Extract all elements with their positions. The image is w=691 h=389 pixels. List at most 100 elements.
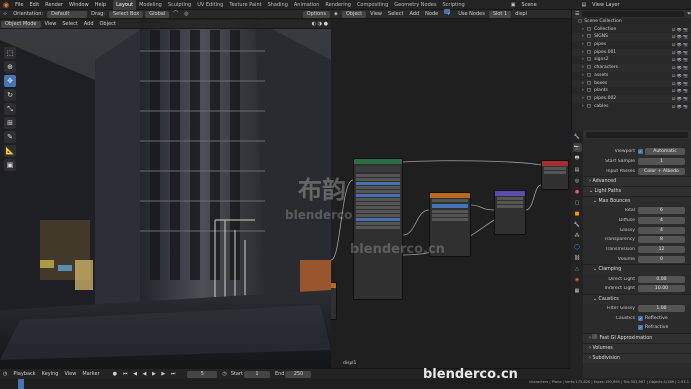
scene-selector[interactable]: Scene [518, 0, 578, 10]
viewport-menu-object[interactable]: Object [97, 20, 119, 29]
visibility-toggles-icon[interactable]: ☑ 👁 📷 [672, 95, 688, 103]
tab-uv-editing[interactable]: UV Editing [194, 0, 226, 10]
bounce-field[interactable]: 6 [638, 207, 685, 215]
visibility-toggles-icon[interactable]: ☑ 👁 📷 [672, 72, 688, 80]
visibility-toggles-icon[interactable]: ☑ 👁 📷 [672, 41, 688, 49]
material-selector[interactable]: displ [512, 10, 530, 19]
tab-layout[interactable]: Layout [113, 0, 137, 10]
bounce-field[interactable]: 12 [638, 246, 685, 254]
playhead[interactable] [18, 379, 24, 389]
menu-file[interactable]: File [12, 0, 26, 10]
filter-glossy-field[interactable]: 1.00 [638, 304, 685, 312]
outliner-scene-collection[interactable]: ▢ Scene Collection [572, 18, 691, 26]
chevron-right-icon[interactable]: › [582, 26, 584, 34]
constraints-tab-icon[interactable]: ⛓ [573, 253, 582, 262]
visibility-toggles-icon[interactable]: ☑ 👁 📷 [672, 49, 688, 57]
start-sample-field[interactable]: 1 [638, 158, 685, 166]
playback-controls[interactable]: ⏮ ◀ ◀ ▶ ▶ ⏭ [123, 371, 177, 377]
blender-logo-icon[interactable]: ◉ [0, 0, 12, 10]
cursor-tool-icon[interactable]: ⊕ [4, 61, 16, 73]
transform-orientation-dropdown[interactable]: Global [145, 10, 170, 18]
render-tab-icon[interactable]: 📷 [572, 143, 582, 152]
advanced-section[interactable]: › Advanced [583, 176, 691, 187]
tab-texture-paint[interactable]: Texture Paint [226, 0, 264, 10]
physics-tab-icon[interactable]: ◯ [573, 242, 582, 251]
collection-tab-icon[interactable]: ▢ [573, 198, 582, 207]
bounce-field[interactable]: 0 [638, 255, 685, 263]
visibility-toggles-icon[interactable]: ☑ 👁 📷 [672, 26, 688, 34]
visibility-toggles-icon[interactable]: ☑ 👁 📷 [672, 64, 688, 72]
properties-search-field[interactable] [586, 131, 688, 138]
tool-tab-icon[interactable]: 🔧 [573, 132, 582, 141]
menu-edit[interactable]: Edit [26, 0, 42, 10]
node-menu-add[interactable]: Add [406, 10, 422, 19]
output-tab-icon[interactable]: 🖶 [573, 154, 582, 163]
drag-dropdown[interactable]: Select Box [108, 10, 144, 18]
viewport-denoiser-dropdown[interactable]: Automatic [645, 148, 685, 156]
outliner-item[interactable]: › ▢ cables ☑ 👁 📷 [572, 103, 691, 111]
max-bounces-section[interactable]: ⌄ Max Bounces [583, 196, 691, 207]
tab-shading[interactable]: Shading [265, 0, 291, 10]
node-menu-node[interactable]: Node [422, 10, 441, 19]
data-tab-icon[interactable]: △ [573, 264, 582, 273]
bounce-field[interactable]: 4 [638, 226, 685, 234]
material-output-node[interactable] [541, 160, 569, 190]
clamp-field[interactable]: 0.00 [638, 275, 685, 283]
bounce-field[interactable]: 4 [638, 217, 685, 225]
transform-pivot-icon[interactable]: ⊹ [0, 10, 10, 19]
timeline-menu-playback[interactable]: Playback [10, 371, 38, 377]
view-layer-tab-icon[interactable]: ▤ [573, 165, 582, 174]
visibility-toggles-icon[interactable]: ☑ 👁 📷 [672, 33, 688, 41]
tab-compositing[interactable]: Compositing [354, 0, 391, 10]
chevron-right-icon[interactable]: › [582, 33, 584, 41]
mode-dropdown[interactable]: Object Mode [1, 20, 41, 28]
snap-icon[interactable]: ⌒ [170, 10, 181, 19]
partial-node-left[interactable] [331, 282, 337, 320]
select-tool-icon[interactable]: ⬚ [4, 47, 16, 59]
timeline-editor-icon[interactable]: ◷ [3, 371, 7, 377]
outliner-item[interactable]: › ▢ plants ☑ 👁 📷 [572, 87, 691, 95]
texture-tab-icon[interactable]: ▦ [573, 286, 582, 295]
tab-geometry-nodes[interactable]: Geometry Nodes [391, 0, 439, 10]
transform-tool-icon[interactable]: ⊞ [4, 117, 16, 129]
object-tab-icon[interactable]: ■ [573, 209, 582, 218]
refractive-checkbox[interactable]: ✓ [638, 325, 643, 331]
tab-rendering[interactable]: Rendering [322, 0, 354, 10]
reflective-checkbox[interactable]: ✓ [638, 315, 643, 321]
tab-animation[interactable]: Animation [291, 0, 323, 10]
tab-modeling[interactable]: Modeling [136, 0, 165, 10]
outliner-item[interactable]: › ▢ characters ☑ 👁 📷 [572, 64, 691, 72]
outliner-search-field[interactable] [582, 11, 684, 17]
viewport-denoise-checkbox[interactable]: ✓ [638, 149, 643, 155]
menu-window[interactable]: Window [66, 0, 92, 10]
outliner-item[interactable]: › ▢ pipes.002 ☑ 👁 📷 [572, 94, 691, 103]
menu-render[interactable]: Render [42, 0, 66, 10]
add-cube-tool-icon[interactable]: ▣ [4, 159, 16, 171]
chevron-right-icon[interactable]: › [582, 80, 584, 88]
menu-help[interactable]: Help [92, 0, 109, 10]
move-tool-icon[interactable]: ✥ [4, 75, 16, 87]
world-tab-icon[interactable]: ● [573, 187, 582, 196]
chevron-right-icon[interactable]: › [582, 95, 584, 103]
chevron-right-icon[interactable]: › [582, 72, 584, 80]
modifier-tab-icon[interactable]: 🔧 [573, 220, 582, 229]
chevron-right-icon[interactable]: › [582, 56, 584, 64]
chevron-right-icon[interactable]: › [582, 64, 584, 72]
outliner-item[interactable]: › ▢ pipes.001 ☑ 👁 📷 [572, 48, 691, 57]
orientation-dropdown[interactable]: Default [47, 10, 88, 18]
material-tab-icon[interactable]: ◉ [573, 275, 582, 284]
timeline-menu-keying[interactable]: Keying [39, 371, 62, 377]
3d-viewport[interactable]: ⬚ ⊕ ✥ ↻ ⤡ ⊞ ✎ 📐 ▣ [0, 20, 331, 368]
chevron-right-icon[interactable]: › [582, 41, 584, 49]
shader-node-editor[interactable]: displ1 [331, 20, 571, 368]
start-frame-field[interactable]: 1 [243, 370, 270, 378]
timeline-menu-view[interactable]: View [61, 371, 79, 377]
chevron-right-icon[interactable]: › [582, 103, 584, 111]
node-menu-view[interactable]: View [367, 10, 385, 19]
scene-tab-icon[interactable]: ◎ [573, 176, 582, 185]
outliner-item[interactable]: › ▢ boxes ☑ 👁 📷 [572, 79, 691, 88]
outliner-item[interactable]: › ▢ Collection ☑ 👁 📷 [572, 26, 691, 34]
annotate-tool-icon[interactable]: ✎ [4, 131, 16, 143]
object-shader-dropdown[interactable]: Object [341, 10, 367, 18]
proportional-edit-icon[interactable]: ◎ [181, 10, 191, 19]
